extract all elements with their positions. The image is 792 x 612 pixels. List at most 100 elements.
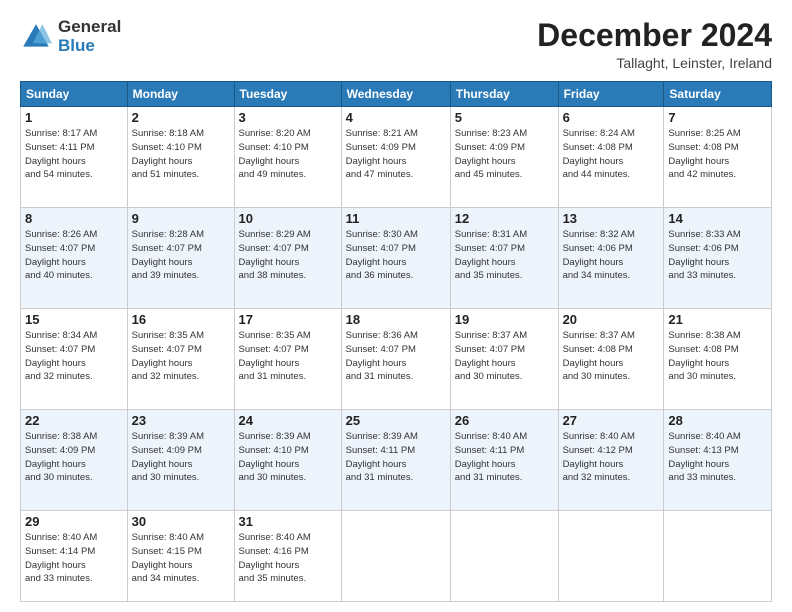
day-info: Sunrise: 8:36 AMSunset: 4:07 PMDaylight … [346,330,418,382]
calendar-cell: 28 Sunrise: 8:40 AMSunset: 4:13 PMDayligh… [664,410,772,511]
day-number: 12 [455,211,554,226]
title-block: December 2024 Tallaght, Leinster, Irelan… [537,18,772,71]
calendar-cell: 5 Sunrise: 8:23 AMSunset: 4:09 PMDaylight… [450,107,558,208]
logo: General Blue [20,18,121,55]
calendar-cell: 21 Sunrise: 8:38 AMSunset: 4:08 PMDayligh… [664,309,772,410]
calendar-cell: 30 Sunrise: 8:40 AMSunset: 4:15 PMDayligh… [127,511,234,602]
calendar-cell: 22 Sunrise: 8:38 AMSunset: 4:09 PMDayligh… [21,410,128,511]
col-header-monday: Monday [127,82,234,107]
day-info: Sunrise: 8:38 AMSunset: 4:08 PMDaylight … [668,330,740,382]
day-info: Sunrise: 8:23 AMSunset: 4:09 PMDaylight … [455,128,527,180]
day-info: Sunrise: 8:17 AMSunset: 4:11 PMDaylight … [25,128,97,180]
header: General Blue December 2024 Tallaght, Lei… [20,18,772,71]
day-number: 17 [239,312,337,327]
col-header-wednesday: Wednesday [341,82,450,107]
calendar-cell: 13 Sunrise: 8:32 AMSunset: 4:06 PMDayligh… [558,208,664,309]
calendar-cell: 24 Sunrise: 8:39 AMSunset: 4:10 PMDayligh… [234,410,341,511]
col-header-friday: Friday [558,82,664,107]
day-info: Sunrise: 8:31 AMSunset: 4:07 PMDaylight … [455,229,527,281]
calendar-cell: 6Sunrise: 8:24 AMSunset: 4:08 PMDaylight… [558,107,664,208]
calendar-cell: 20Sunrise: 8:37 AMSunset: 4:08 PMDayligh… [558,309,664,410]
week-row-1: 1 Sunrise: 8:17 AMSunset: 4:11 PMDaylight… [21,107,772,208]
calendar-header-row: SundayMondayTuesdayWednesdayThursdayFrid… [21,82,772,107]
calendar-cell: 2 Sunrise: 8:18 AMSunset: 4:10 PMDaylight… [127,107,234,208]
calendar-cell: 17 Sunrise: 8:35 AMSunset: 4:07 PMDayligh… [234,309,341,410]
day-number: 6 [563,110,660,125]
day-info: Sunrise: 8:18 AMSunset: 4:10 PMDaylight … [132,128,204,180]
calendar-cell: 27 Sunrise: 8:40 AMSunset: 4:12 PMDayligh… [558,410,664,511]
calendar-cell: 25 Sunrise: 8:39 AMSunset: 4:11 PMDayligh… [341,410,450,511]
location: Tallaght, Leinster, Ireland [537,55,772,71]
day-info: Sunrise: 8:39 AMSunset: 4:11 PMDaylight … [346,431,418,483]
day-number: 23 [132,413,230,428]
day-number: 30 [132,514,230,529]
day-info: Sunrise: 8:39 AMSunset: 4:10 PMDaylight … [239,431,311,483]
calendar-cell: 7 Sunrise: 8:25 AMSunset: 4:08 PMDaylight… [664,107,772,208]
calendar-cell: 19 Sunrise: 8:37 AMSunset: 4:07 PMDayligh… [450,309,558,410]
day-number: 8 [25,211,123,226]
calendar-cell [341,511,450,602]
day-info: Sunrise: 8:37 AMSunset: 4:07 PMDaylight … [455,330,527,382]
day-number: 2 [132,110,230,125]
day-number: 19 [455,312,554,327]
calendar-cell: 4Sunrise: 8:21 AMSunset: 4:09 PMDaylight… [341,107,450,208]
logo-text: General Blue [58,18,121,55]
day-number: 1 [25,110,123,125]
day-info: Sunrise: 8:40 AMSunset: 4:16 PMDaylight … [239,532,311,584]
day-info: Sunrise: 8:35 AMSunset: 4:07 PMDaylight … [132,330,204,382]
day-info: Sunrise: 8:32 AMSunset: 4:06 PMDaylight … [563,229,635,281]
logo-general: General [58,18,121,37]
day-info: Sunrise: 8:21 AMSunset: 4:09 PMDaylight … [346,128,418,180]
day-number: 20 [563,312,660,327]
day-number: 29 [25,514,123,529]
day-number: 18 [346,312,446,327]
day-info: Sunrise: 8:26 AMSunset: 4:07 PMDaylight … [25,229,97,281]
day-info: Sunrise: 8:40 AMSunset: 4:14 PMDaylight … [25,532,97,584]
calendar-cell: 18 Sunrise: 8:36 AMSunset: 4:07 PMDayligh… [341,309,450,410]
calendar-cell: 31 Sunrise: 8:40 AMSunset: 4:16 PMDayligh… [234,511,341,602]
calendar-cell: 11Sunrise: 8:30 AMSunset: 4:07 PMDayligh… [341,208,450,309]
calendar-table: SundayMondayTuesdayWednesdayThursdayFrid… [20,81,772,602]
day-number: 7 [668,110,767,125]
day-number: 21 [668,312,767,327]
day-info: Sunrise: 8:39 AMSunset: 4:09 PMDaylight … [132,431,204,483]
calendar-cell: 10Sunrise: 8:29 AMSunset: 4:07 PMDayligh… [234,208,341,309]
calendar-cell: 15 Sunrise: 8:34 AMSunset: 4:07 PMDayligh… [21,309,128,410]
logo-icon [20,21,52,53]
day-info: Sunrise: 8:30 AMSunset: 4:07 PMDaylight … [346,229,418,281]
day-number: 9 [132,211,230,226]
calendar-cell: 9 Sunrise: 8:28 AMSunset: 4:07 PMDaylight… [127,208,234,309]
day-info: Sunrise: 8:40 AMSunset: 4:15 PMDaylight … [132,532,204,584]
day-info: Sunrise: 8:20 AMSunset: 4:10 PMDaylight … [239,128,311,180]
calendar-cell: 1 Sunrise: 8:17 AMSunset: 4:11 PMDaylight… [21,107,128,208]
day-number: 16 [132,312,230,327]
col-header-tuesday: Tuesday [234,82,341,107]
day-info: Sunrise: 8:28 AMSunset: 4:07 PMDaylight … [132,229,204,281]
day-number: 3 [239,110,337,125]
week-row-2: 8 Sunrise: 8:26 AMSunset: 4:07 PMDaylight… [21,208,772,309]
day-number: 28 [668,413,767,428]
day-number: 5 [455,110,554,125]
col-header-sunday: Sunday [21,82,128,107]
day-info: Sunrise: 8:40 AMSunset: 4:13 PMDaylight … [668,431,740,483]
day-number: 24 [239,413,337,428]
day-number: 22 [25,413,123,428]
month-title: December 2024 [537,18,772,53]
calendar-cell [450,511,558,602]
calendar-cell [558,511,664,602]
calendar-cell: 26Sunrise: 8:40 AMSunset: 4:11 PMDayligh… [450,410,558,511]
day-number: 26 [455,413,554,428]
day-number: 14 [668,211,767,226]
day-info: Sunrise: 8:34 AMSunset: 4:07 PMDaylight … [25,330,97,382]
day-info: Sunrise: 8:40 AMSunset: 4:12 PMDaylight … [563,431,635,483]
day-info: Sunrise: 8:25 AMSunset: 4:08 PMDaylight … [668,128,740,180]
day-info: Sunrise: 8:35 AMSunset: 4:07 PMDaylight … [239,330,311,382]
week-row-5: 29 Sunrise: 8:40 AMSunset: 4:14 PMDayligh… [21,511,772,602]
day-number: 25 [346,413,446,428]
day-number: 13 [563,211,660,226]
page: General Blue December 2024 Tallaght, Lei… [0,0,792,612]
day-info: Sunrise: 8:38 AMSunset: 4:09 PMDaylight … [25,431,97,483]
day-number: 15 [25,312,123,327]
day-number: 31 [239,514,337,529]
day-number: 27 [563,413,660,428]
